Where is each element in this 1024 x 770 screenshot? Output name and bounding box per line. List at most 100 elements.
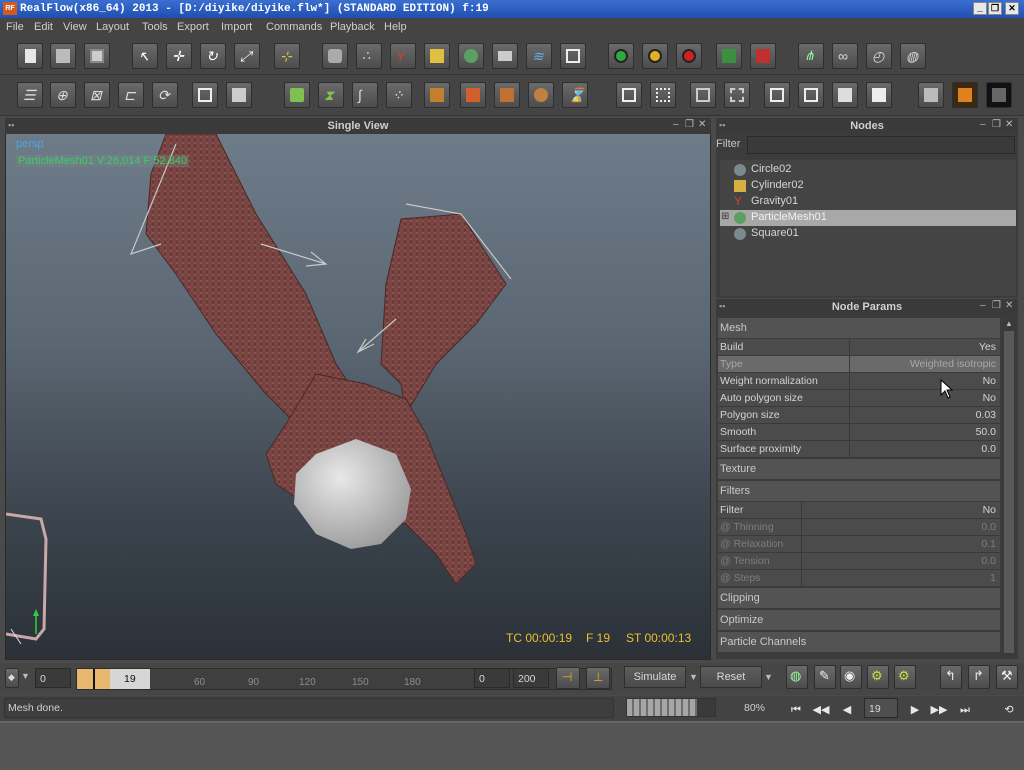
status-green-button[interactable] — [608, 43, 634, 69]
dashed-box-button[interactable] — [724, 82, 750, 108]
globe-button[interactable]: ◍ — [900, 43, 926, 69]
range-start-field[interactable]: 0 — [474, 668, 510, 688]
node-item-gravity01[interactable]: Y Gravity01 — [720, 194, 1016, 210]
add-wave-button[interactable]: ≋ — [526, 43, 552, 69]
menu-commands[interactable]: Commands — [266, 21, 322, 33]
panel-close-icon[interactable]: ✕ — [698, 119, 706, 130]
box-solid-button[interactable] — [226, 82, 252, 108]
panel-minimize-icon[interactable]: – — [673, 119, 679, 130]
gear-green-button-1[interactable]: ⚙ — [867, 665, 889, 689]
section-texture[interactable]: Texture — [718, 459, 1000, 479]
batch-script-button[interactable]: ⧗ — [318, 82, 344, 108]
open-scene-button[interactable] — [50, 43, 76, 69]
params-scrollbar[interactable]: ▲ — [1002, 319, 1016, 657]
add-daemon-button[interactable]: Y — [390, 43, 416, 69]
display-cube-1-button[interactable] — [764, 82, 790, 108]
minimize-button[interactable]: _ — [973, 2, 987, 15]
node-item-square01[interactable]: Square01 — [720, 226, 1016, 242]
step-forward-key-button[interactable]: ↱ — [968, 665, 990, 689]
remove-link-button[interactable]: ⊠ — [84, 82, 110, 108]
add-grid-button[interactable] — [560, 43, 586, 69]
add-camera-button[interactable] — [492, 43, 518, 69]
section-particle-channels[interactable]: Particle Channels — [718, 632, 1000, 652]
display-cube-2-button[interactable] — [798, 82, 824, 108]
menu-playback[interactable]: Playback — [330, 21, 375, 33]
list-button[interactable]: ☰ — [17, 82, 43, 108]
panel-close-icon[interactable]: ✕ — [1005, 119, 1013, 130]
param-row-auto-polygon-size[interactable]: Auto polygon size No — [718, 390, 1000, 407]
scroll-up-icon[interactable]: ▲ — [1005, 319, 1013, 328]
param-row-polygon-size[interactable]: Polygon size 0.03 — [718, 407, 1000, 424]
scene-preview-button[interactable] — [986, 82, 1012, 108]
section-optimize[interactable]: Optimize — [718, 610, 1000, 630]
section-clipping[interactable]: Clipping — [718, 588, 1000, 608]
cache-button[interactable]: ◍ — [786, 665, 808, 689]
set-end-button[interactable]: ⊥ — [586, 667, 610, 689]
edit-node-button[interactable]: ✎ — [814, 665, 836, 689]
display-cube-3-button[interactable] — [832, 82, 858, 108]
new-scene-button[interactable] — [17, 43, 43, 69]
go-to-start-button[interactable]: ⏮ — [787, 703, 805, 717]
reset-button[interactable]: Reset — [700, 666, 762, 688]
menu-tools[interactable]: Tools — [142, 21, 168, 33]
axis-button[interactable]: ⊹ — [274, 43, 300, 69]
panel-float-icon[interactable]: ❐ — [685, 119, 694, 130]
render-button-4[interactable] — [528, 82, 554, 108]
box-view-button[interactable] — [192, 82, 218, 108]
status-yellow-button[interactable] — [642, 43, 668, 69]
add-mesh-button[interactable] — [458, 43, 484, 69]
expand-plus-icon[interactable]: ⊞ — [721, 211, 729, 222]
simulation-nodes-button[interactable]: ⋔ — [798, 43, 824, 69]
param-row-build[interactable]: Build Yes — [718, 339, 1000, 356]
step-back-key-button[interactable]: ↰ — [940, 665, 962, 689]
3d-viewport[interactable]: persp ParticleMesh01 V:26,014 F:52,840 T… — [6, 134, 710, 659]
step-forward-button[interactable]: ▶▶ — [930, 703, 948, 717]
scale-tool-button[interactable]: ⤢ — [234, 43, 260, 69]
hourglass-button[interactable]: ⌛ — [562, 82, 588, 108]
timeline-start-field[interactable]: 0 — [35, 668, 71, 688]
render-button-1[interactable] — [424, 82, 450, 108]
gear-green-button-2[interactable]: ⚙ — [894, 665, 916, 689]
menu-view[interactable]: View — [63, 21, 87, 33]
refresh-button[interactable]: ⟳ — [152, 82, 178, 108]
reset-dropdown-icon[interactable]: ▼ — [764, 672, 773, 682]
param-row-filter[interactable]: Filter No — [718, 502, 1000, 519]
param-row-weight-normalization[interactable]: Weight normalization No — [718, 373, 1000, 390]
display-cube-4-button[interactable] — [866, 82, 892, 108]
tool-wrench-button[interactable]: ⚒ — [996, 665, 1018, 689]
range-end-field[interactable]: 200 — [513, 668, 549, 688]
menu-import[interactable]: Import — [221, 21, 252, 33]
bound-box-button[interactable] — [690, 82, 716, 108]
scrollbar-thumb[interactable] — [1004, 331, 1014, 653]
loop-button[interactable]: ⟲ — [1000, 703, 1018, 717]
particle-cube-button[interactable] — [650, 82, 676, 108]
move-tool-button[interactable]: ✛ — [166, 43, 192, 69]
menu-layout[interactable]: Layout — [96, 21, 129, 33]
param-row-type[interactable]: Type Weighted isotropic — [718, 356, 1000, 373]
panel-float-icon[interactable]: ❐ — [992, 119, 1001, 130]
timeline-playhead[interactable] — [93, 669, 95, 689]
add-object-button[interactable] — [424, 43, 450, 69]
select-tool-button[interactable]: ↖ — [132, 43, 158, 69]
export-cancel-button[interactable] — [750, 43, 776, 69]
param-row-surface-proximity[interactable]: Surface proximity 0.0 — [718, 441, 1000, 458]
panel-close-icon[interactable]: ✕ — [1005, 300, 1013, 311]
play-button[interactable]: ▶ — [906, 703, 924, 717]
step-backward-button[interactable]: ◀︎◀︎ — [812, 703, 830, 717]
node-item-cylinder02[interactable]: Cylinder02 — [720, 178, 1016, 194]
wire-cube-button[interactable] — [616, 82, 642, 108]
panel-minimize-icon[interactable]: – — [980, 119, 986, 130]
simulate-dropdown-icon[interactable]: ▼ — [689, 672, 698, 682]
node-item-circle02[interactable]: Circle02 — [720, 162, 1016, 178]
align-button[interactable]: ⊏ — [118, 82, 144, 108]
rotate-tool-button[interactable]: ↻ — [200, 43, 226, 69]
current-frame-field[interactable]: 19 — [864, 698, 898, 718]
particle-view-button[interactable]: ⁘ — [386, 82, 412, 108]
timer-button[interactable]: ◴ — [866, 43, 892, 69]
maximize-button[interactable]: ❐ — [988, 2, 1002, 15]
set-range-button[interactable]: ⊣ — [556, 667, 580, 689]
render-button-2[interactable] — [460, 82, 486, 108]
panel-float-icon[interactable]: ❐ — [992, 300, 1001, 311]
menu-file[interactable]: File — [6, 21, 24, 33]
timeline-dropdown-icon[interactable]: ▼ — [21, 671, 30, 681]
